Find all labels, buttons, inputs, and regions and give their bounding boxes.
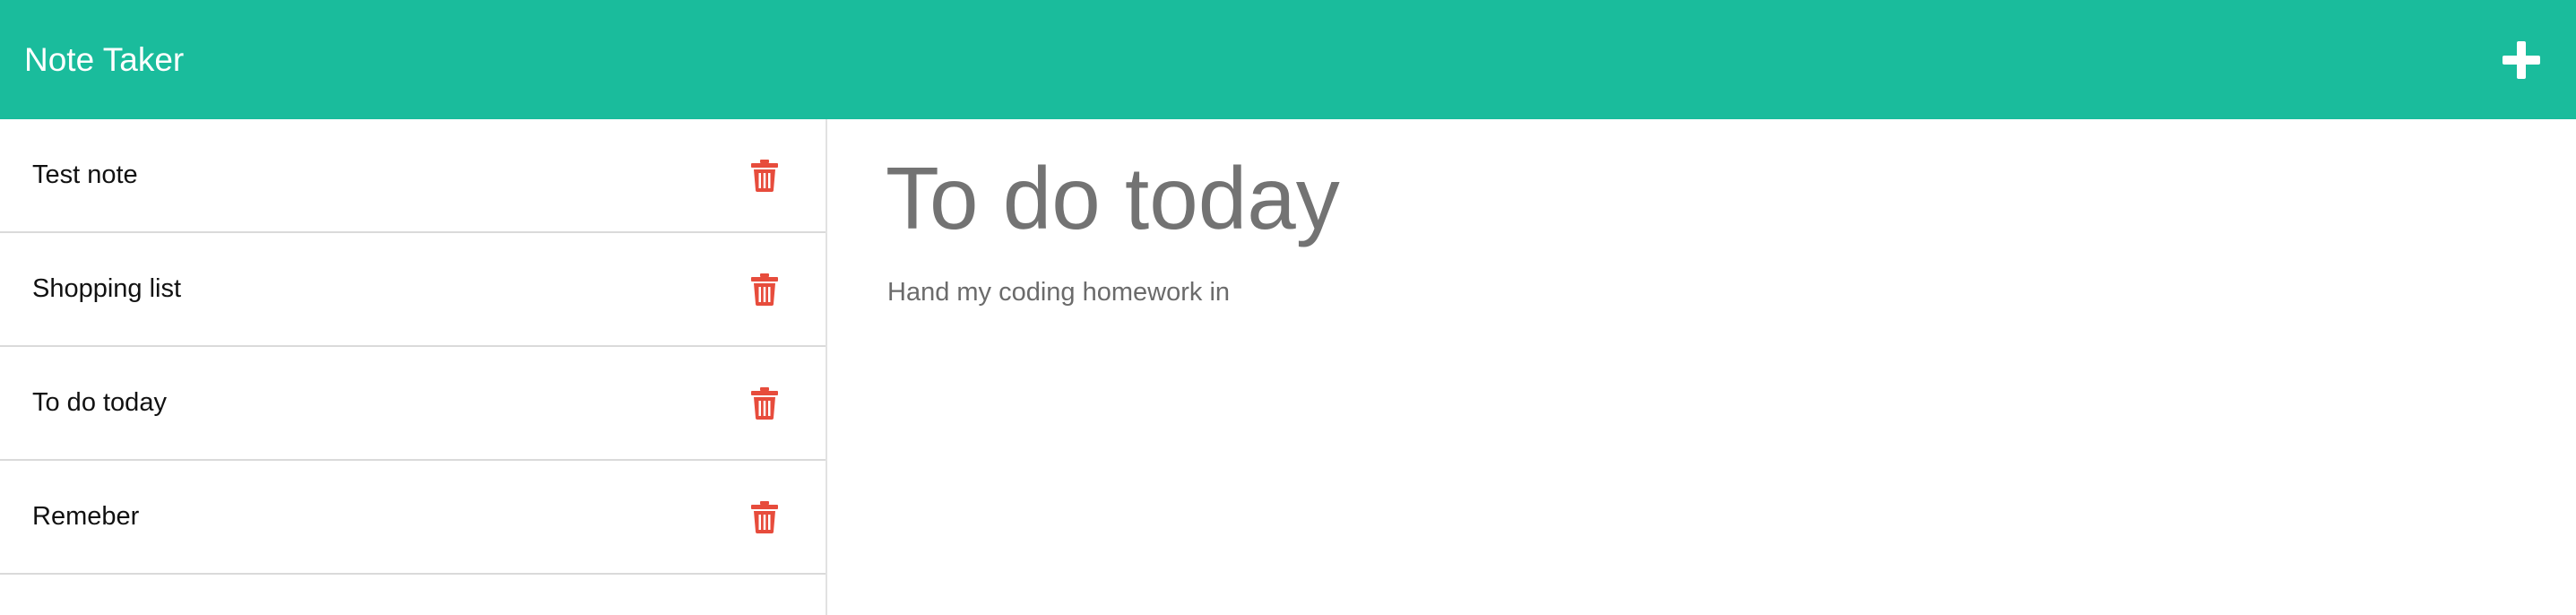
- navbar: Note Taker: [0, 0, 2576, 119]
- list-item[interactable]: Shopping list: [0, 233, 826, 347]
- list-item[interactable]: To do today: [0, 347, 826, 461]
- new-note-button[interactable]: [2497, 36, 2546, 84]
- note-body-textarea[interactable]: Hand my coding homework in: [887, 274, 2501, 543]
- note-title-input[interactable]: [886, 144, 2499, 252]
- list-item[interactable]: Test note: [0, 119, 826, 233]
- note-item-title[interactable]: Shopping list: [32, 274, 181, 304]
- note-item-title[interactable]: Remeber: [32, 502, 139, 532]
- trash-icon[interactable]: [750, 159, 779, 193]
- trash-icon[interactable]: [750, 273, 779, 307]
- note-item-title[interactable]: Test note: [32, 160, 138, 190]
- trash-icon[interactable]: [750, 500, 779, 534]
- note-list-sidebar: Test note Shopping list To do today Reme…: [0, 119, 827, 615]
- trash-icon[interactable]: [750, 386, 779, 420]
- app-title[interactable]: Note Taker: [24, 41, 184, 79]
- note-list: Test note Shopping list To do today Reme…: [0, 119, 826, 575]
- list-item[interactable]: Remeber: [0, 461, 826, 575]
- plus-icon: [2503, 40, 2540, 79]
- note-item-title[interactable]: To do today: [32, 388, 167, 418]
- note-editor: Hand my coding homework in: [829, 119, 2576, 615]
